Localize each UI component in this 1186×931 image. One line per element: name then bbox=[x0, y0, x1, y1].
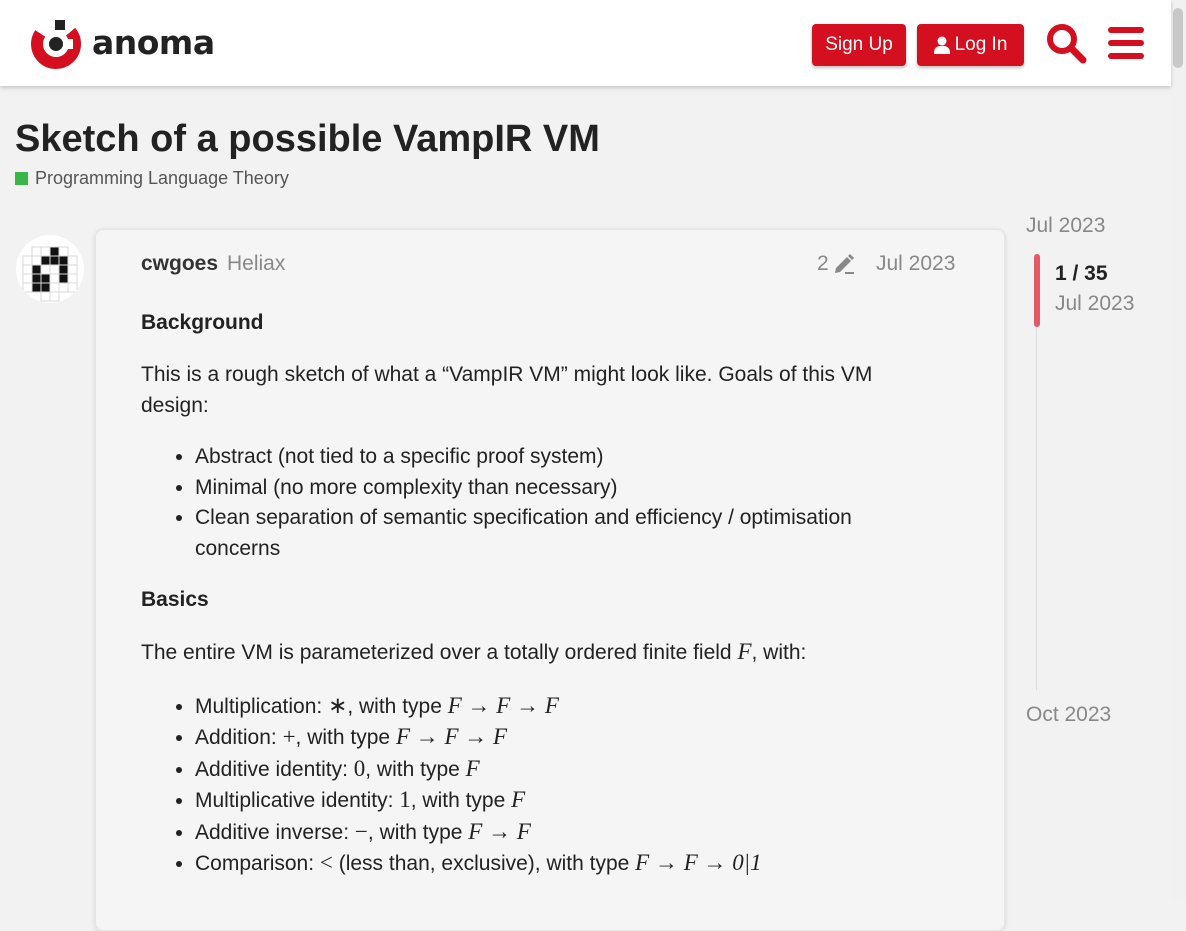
list-item: Additive identity: 0, with type F bbox=[195, 754, 921, 786]
basics-intro-text: The entire VM is parameterized over a to… bbox=[141, 641, 738, 664]
op-label: Multiplicative identity: bbox=[195, 789, 400, 812]
timeline-position-date: Jul 2023 bbox=[1055, 292, 1135, 315]
scrollbar-thumb[interactable] bbox=[1173, 8, 1183, 68]
sign-up-button[interactable]: Sign Up bbox=[812, 24, 906, 66]
op-type: F bbox=[511, 787, 526, 812]
operations-list: Multiplication: ∗, with type F → F → F A… bbox=[141, 691, 921, 880]
avatar[interactable] bbox=[16, 235, 84, 303]
intro-paragraph: This is a rough sketch of what a “VampIR… bbox=[141, 363, 873, 417]
basics-heading: Basics bbox=[141, 588, 209, 611]
op-symbol: − bbox=[354, 818, 368, 844]
list-item: Additive inverse: −, with type F → F bbox=[195, 817, 921, 849]
op-label: Multiplication: bbox=[195, 694, 329, 718]
op-type: F → F bbox=[468, 818, 531, 844]
list-item: Multiplication: ∗, with type F → F → F bbox=[195, 691, 921, 723]
category-color-badge bbox=[15, 172, 28, 185]
basics-intro-end: , with: bbox=[751, 641, 807, 664]
topic-title[interactable]: Sketch of a possible VampIR VM bbox=[15, 118, 600, 161]
op-symbol: + bbox=[282, 724, 296, 749]
timeline-position: 1 / 35 bbox=[1055, 262, 1108, 285]
category-name: Programming Language Theory bbox=[35, 168, 289, 188]
page-scrollbar[interactable] bbox=[1171, 0, 1186, 900]
hamburger-menu-button[interactable] bbox=[1108, 26, 1144, 64]
op-type: F bbox=[465, 755, 480, 781]
list-item: Comparison: < (less than, exclusive), wi… bbox=[195, 848, 921, 880]
sign-up-label: Sign Up bbox=[825, 34, 893, 55]
list-item: Addition: +, with type F → F → F bbox=[195, 722, 921, 754]
anoma-logo-icon bbox=[31, 19, 81, 69]
timeline-scroll-handle[interactable] bbox=[1034, 254, 1040, 327]
op-mid: , with type bbox=[410, 789, 512, 812]
search-button[interactable] bbox=[1045, 22, 1087, 68]
log-in-button[interactable]: Log In bbox=[917, 24, 1024, 66]
post-date[interactable]: Jul 2023 bbox=[876, 252, 955, 276]
post-body: Background This is a rough sketch of wha… bbox=[141, 308, 921, 880]
goal-item: Abstract (not tied to a specific proof s… bbox=[195, 442, 921, 473]
post-username[interactable]: cwgoes bbox=[141, 252, 218, 276]
goal-item: Minimal (no more complexity than necessa… bbox=[195, 473, 921, 504]
basics-paragraph: The entire VM is parameterized over a to… bbox=[141, 637, 921, 669]
site-logo[interactable]: anoma bbox=[30, 18, 215, 70]
timeline-start-date[interactable]: Jul 2023 bbox=[1026, 214, 1105, 238]
pencil-icon bbox=[834, 254, 854, 274]
op-type: F → F → F bbox=[395, 724, 508, 749]
timeline-end-date[interactable]: Oct 2023 bbox=[1026, 703, 1111, 727]
edit-history-button[interactable]: 2 bbox=[817, 252, 855, 276]
site-header: anoma Sign Up Log In bbox=[0, 0, 1171, 86]
post-meta: cwgoes Heliax 2 Jul 2023 bbox=[141, 252, 961, 282]
op-label: Additive identity: bbox=[195, 757, 354, 781]
op-label: Addition: bbox=[195, 726, 283, 749]
op-mid: , with type bbox=[347, 694, 448, 718]
user-icon bbox=[933, 36, 950, 54]
goal-item: Clean separation of semantic specificati… bbox=[195, 503, 921, 564]
category-link[interactable]: Programming Language Theory bbox=[15, 168, 289, 189]
op-mid: , with type bbox=[367, 820, 469, 844]
op-mid: , with type bbox=[295, 726, 396, 749]
background-heading: Background bbox=[141, 311, 264, 334]
op-mid: (less than, exclusive), with type bbox=[332, 852, 636, 875]
op-type: F → F → 0|1 bbox=[635, 850, 762, 875]
logo-text: anoma bbox=[92, 22, 215, 62]
identicon-avatar-icon bbox=[22, 246, 78, 302]
post-card: cwgoes Heliax 2 Jul 2023 Background This… bbox=[95, 229, 1005, 931]
op-symbol: 1 bbox=[399, 787, 411, 812]
edit-count: 2 bbox=[817, 252, 829, 275]
op-label: Additive inverse: bbox=[195, 820, 355, 844]
goals-list: Abstract (not tied to a specific proof s… bbox=[141, 442, 921, 564]
op-mid: , with type bbox=[365, 757, 466, 781]
post-user-title: Heliax bbox=[227, 252, 286, 275]
op-symbol: ∗ bbox=[328, 692, 348, 718]
field-variable: F bbox=[737, 639, 752, 664]
op-label: Comparison: bbox=[195, 852, 320, 875]
topic-timeline: Jul 2023 1 / 35 Jul 2023 Oct 2023 bbox=[1026, 214, 1166, 734]
list-item: Multiplicative identity: 1, with type F bbox=[195, 785, 921, 817]
search-icon bbox=[1047, 24, 1087, 64]
op-type: F → F → F bbox=[447, 692, 559, 718]
log-in-label: Log In bbox=[954, 34, 1008, 55]
hamburger-menu-icon bbox=[1108, 27, 1144, 59]
op-symbol: 0 bbox=[353, 755, 366, 781]
op-symbol: < bbox=[319, 850, 333, 875]
